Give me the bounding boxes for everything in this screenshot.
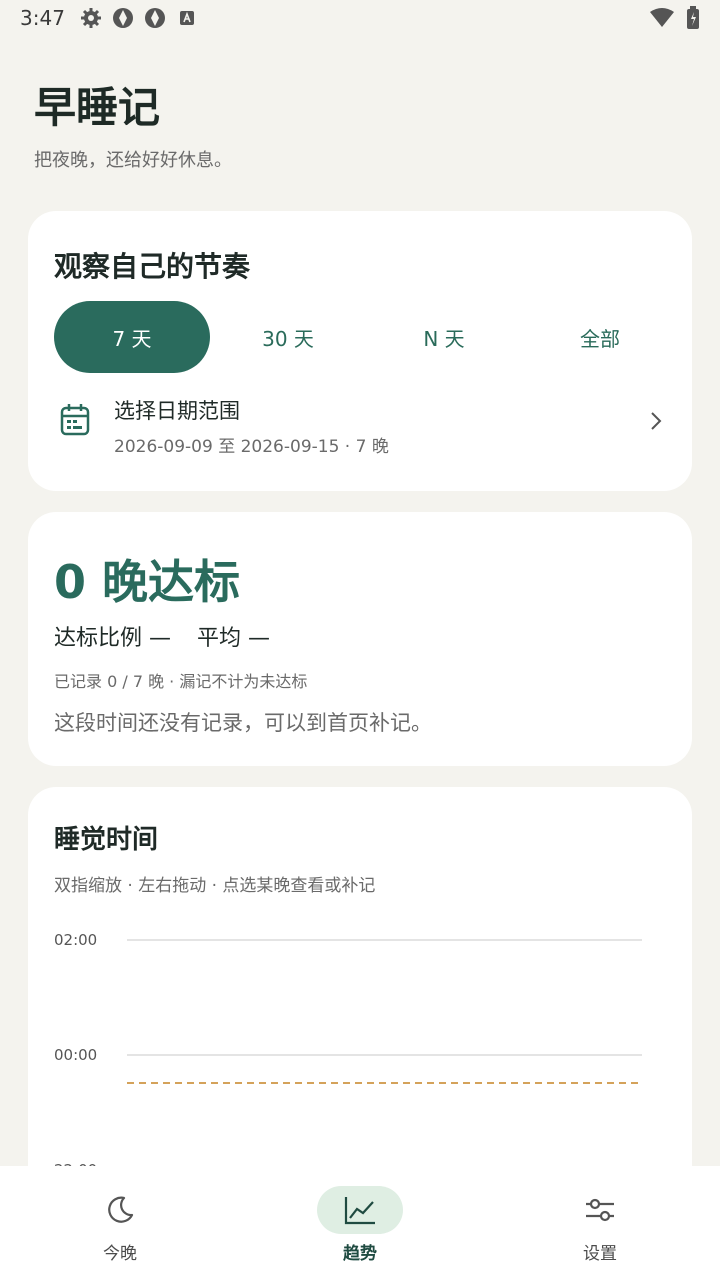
status-time: 3:47 xyxy=(20,6,65,30)
y-tick-label: 00:00 xyxy=(54,1046,97,1064)
app-title: 早睡记 xyxy=(34,83,161,132)
nav-label: 趋势 xyxy=(343,1244,377,1264)
calendar-icon xyxy=(60,403,90,437)
tab-30-days[interactable]: 30 天 xyxy=(210,301,366,373)
aperture-icon xyxy=(144,7,166,29)
keyboard-a-icon xyxy=(176,7,198,29)
record-note: 已记录 0 / 7 晚 · 漏记不计为未达标 xyxy=(54,672,308,691)
notification-icons xyxy=(80,7,198,29)
nav-trends[interactable]: 趋势 xyxy=(240,1166,480,1280)
aperture-icon xyxy=(112,7,134,29)
nav-settings[interactable]: 设置 xyxy=(480,1166,720,1280)
stats-card: 0 晚达标 达标比例 — 平均 — 已记录 0 / 7 晚 · 漏记不计为未达标… xyxy=(28,512,692,766)
nights-on-target: 0 晚达标 xyxy=(54,555,241,609)
nav-label: 设置 xyxy=(583,1244,617,1264)
sliders-icon xyxy=(583,1194,617,1226)
nav-label: 今晚 xyxy=(103,1244,137,1264)
battery-icon xyxy=(686,6,700,34)
chevron-right-icon xyxy=(646,409,666,433)
sleep-time-chart[interactable]: 02:00 00:00 22:00 xyxy=(28,787,692,1227)
sleep-time-card[interactable]: 睡觉时间 双指缩放 · 左右拖动 · 点选某晚查看或补记 02:00 00:00… xyxy=(28,787,692,1227)
gear-icon xyxy=(80,7,102,29)
trend-chart-icon xyxy=(343,1194,377,1226)
tab-n-days[interactable]: N 天 xyxy=(366,301,522,373)
system-status-icons xyxy=(650,6,700,34)
status-bar: 3:47 xyxy=(0,0,720,36)
rhythm-card-title: 观察自己的节奏 xyxy=(54,250,251,283)
y-tick-label: 02:00 xyxy=(54,931,97,949)
date-range-selector[interactable]: 选择日期范围 2026-09-09 至 2026-09-15 · 7 晚 xyxy=(54,391,666,461)
tab-all[interactable]: 全部 xyxy=(522,301,678,373)
date-range-value: 2026-09-09 至 2026-09-15 · 7 晚 xyxy=(114,437,389,457)
empty-note: 这段时间还没有记录，可以到首页补记。 xyxy=(54,711,432,735)
tab-7-days[interactable]: 7 天 xyxy=(54,301,210,373)
range-tabs: 7 天 30 天 N 天 全部 xyxy=(54,301,678,373)
wifi-icon xyxy=(650,8,674,32)
rhythm-card: 观察自己的节奏 7 天 30 天 N 天 全部 选择日期范围 2026-09-0… xyxy=(28,211,692,491)
app-subtitle: 把夜晚，还给好好休息。 xyxy=(34,150,232,171)
date-range-label: 选择日期范围 xyxy=(114,399,240,423)
bottom-nav: 今晚 趋势 设置 xyxy=(0,1166,720,1280)
average-value: 平均 — xyxy=(197,626,270,651)
moon-icon xyxy=(103,1194,137,1226)
target-ratio: 达标比例 — xyxy=(54,626,171,651)
nav-tonight[interactable]: 今晚 xyxy=(0,1166,240,1280)
ratio-line: 达标比例 — 平均 — xyxy=(54,620,270,652)
